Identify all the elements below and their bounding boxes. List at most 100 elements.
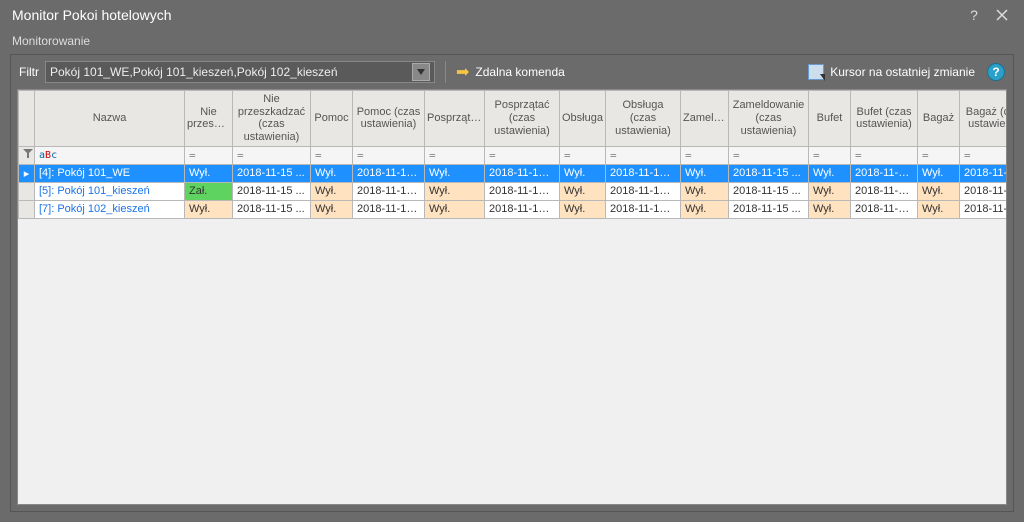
header-pomoc-czas[interactable]: Pomoc (czas ustawienia) (353, 91, 425, 147)
cursor-on-last-change-button[interactable]: Kursor na ostatniej zmianie (808, 64, 975, 80)
cell-zameld-czas[interactable]: 2018-11-15 ... (729, 200, 809, 218)
header-posprz-czas[interactable]: Posprzątać (czas ustawienia) (485, 91, 560, 147)
header-bufet-czas[interactable]: Bufet (czas ustawienia) (851, 91, 918, 147)
cell-posprz-czas[interactable]: 2018-11-15 ... (485, 182, 560, 200)
help-titlebar-button[interactable]: ? (960, 3, 988, 27)
cell-obsl[interactable]: Wył. (560, 182, 606, 200)
cell-nieprz[interactable]: Wył. (185, 200, 233, 218)
filter-bufet-czas[interactable]: = (851, 146, 918, 164)
filter-bagaz[interactable]: = (918, 146, 960, 164)
cell-pomoc[interactable]: Wył. (311, 200, 353, 218)
cell-obsl-czas[interactable]: 2018-11-15 ... (606, 200, 681, 218)
table-row[interactable]: [5]: Pokój 101_kieszeńZał.2018-11-15 ...… (19, 182, 1008, 200)
cell-name[interactable]: [5]: Pokój 101_kieszeń (35, 182, 185, 200)
cell-name[interactable]: [4]: Pokój 101_WE (35, 164, 185, 182)
cell-bagaz[interactable]: Wył. (918, 200, 960, 218)
filter-pomoc-czas[interactable]: = (353, 146, 425, 164)
cell-bufet[interactable]: Wył. (809, 200, 851, 218)
cell-bufet-czas[interactable]: 2018-11-1... (851, 182, 918, 200)
cell-pomoc[interactable]: Wył. (311, 182, 353, 200)
cell-bufet[interactable]: Wył. (809, 182, 851, 200)
header-name[interactable]: Nazwa (35, 91, 185, 147)
cell-pomoc-czas[interactable]: 2018-11-15 ... (353, 182, 425, 200)
table-row[interactable]: [7]: Pokój 102_kieszeńWył.2018-11-15 ...… (19, 200, 1008, 218)
room-link[interactable]: [7]: Pokój 102_kieszeń (39, 203, 150, 215)
header-posprz[interactable]: Posprzątać (425, 91, 485, 147)
close-button[interactable] (988, 3, 1016, 27)
cell-nieprz-czas[interactable]: 2018-11-15 ... (233, 200, 311, 218)
table-row[interactable]: ▸[4]: Pokój 101_WEWył.2018-11-15 ...Wył.… (19, 164, 1008, 182)
cell-bufet-czas[interactable]: 2018-11-1... (851, 164, 918, 182)
filter-obsl-czas[interactable]: = (606, 146, 681, 164)
header-zameld-czas[interactable]: Zameldowanie (czas ustawienia) (729, 91, 809, 147)
header-zameld[interactable]: Zameld... (681, 91, 729, 147)
room-link[interactable]: [4]: Pokój 101_WE (39, 167, 130, 179)
header-obsl-czas[interactable]: Obsługa (czas ustawienia) (606, 91, 681, 147)
filter-zameld-czas[interactable]: = (729, 146, 809, 164)
data-grid[interactable]: Nazwa Nie przeszk... Nie przeszkadzać (c… (17, 89, 1007, 505)
remote-command-button[interactable]: ➡ Zdalna komenda (456, 62, 565, 82)
cell-obsl-czas[interactable]: 2018-11-15 ... (606, 182, 681, 200)
header-obsl[interactable]: Obsługa (560, 91, 606, 147)
chevron-down-icon[interactable] (412, 63, 430, 81)
filter-row: aBc = = = = = = = = = = = = = = (19, 146, 1008, 164)
cell-posprz[interactable]: Wył. (425, 164, 485, 182)
header-nieprz-czas[interactable]: Nie przeszkadzać (czas ustawienia) (233, 91, 311, 147)
filter-bufet[interactable]: = (809, 146, 851, 164)
header-bagaz[interactable]: Bagaż (918, 91, 960, 147)
cell-posprz-czas[interactable]: 2018-11-15 ... (485, 164, 560, 182)
cell-bagaz-czas[interactable]: 2018-11-15 10... (960, 182, 1008, 200)
filter-bagaz-czas[interactable]: = (960, 146, 1008, 164)
cell-pomoc-czas[interactable]: 2018-11-15 ... (353, 200, 425, 218)
cell-posprz-czas[interactable]: 2018-11-15 ... (485, 200, 560, 218)
cell-pomoc-czas[interactable]: 2018-11-15 ... (353, 164, 425, 182)
abc-icon: aBc (39, 150, 57, 161)
cell-zameld-czas[interactable]: 2018-11-15 ... (729, 164, 809, 182)
header-pomoc[interactable]: Pomoc (311, 91, 353, 147)
filter-posprz-czas[interactable]: = (485, 146, 560, 164)
room-link[interactable]: [5]: Pokój 101_kieszeń (39, 185, 150, 197)
filter-nieprz[interactable]: = (185, 146, 233, 164)
row-handle[interactable] (19, 182, 35, 200)
cell-zameld[interactable]: Wył. (681, 200, 729, 218)
cell-obsl-czas[interactable]: 2018-11-15 ... (606, 164, 681, 182)
filter-zameld[interactable]: = (681, 146, 729, 164)
cell-bagaz-czas[interactable]: 2018-11-15 10... (960, 164, 1008, 182)
filter-icon (23, 149, 33, 159)
header-bufet[interactable]: Bufet (809, 91, 851, 147)
main-panel: Filtr Pokój 101_WE,Pokój 101_kieszeń,Pok… (10, 54, 1014, 512)
cell-bagaz[interactable]: Wył. (918, 182, 960, 200)
monitor-window: Monitor Pokoi hotelowych ? Monitorowanie… (0, 0, 1024, 522)
cursor-icon (808, 64, 824, 80)
cell-bufet-czas[interactable]: 2018-11-1... (851, 200, 918, 218)
row-handle[interactable] (19, 200, 35, 218)
row-handle[interactable]: ▸ (19, 164, 35, 182)
cell-zameld-czas[interactable]: 2018-11-15 ... (729, 182, 809, 200)
filter-name[interactable]: aBc (35, 146, 185, 164)
cell-bufet[interactable]: Wył. (809, 164, 851, 182)
filter-icon-cell[interactable] (19, 146, 35, 164)
cell-pomoc[interactable]: Wył. (311, 164, 353, 182)
filter-posprz[interactable]: = (425, 146, 485, 164)
header-bagaz-czas[interactable]: Bagaż (czas ustawienia) (960, 91, 1008, 147)
cell-bagaz-czas[interactable]: 2018-11-15 10... (960, 200, 1008, 218)
header-handle[interactable] (19, 91, 35, 147)
help-button[interactable]: ? (987, 63, 1005, 81)
filter-combobox[interactable]: Pokój 101_WE,Pokój 101_kieszeń,Pokój 102… (45, 61, 435, 83)
cell-obsl[interactable]: Wył. (560, 164, 606, 182)
cell-bagaz[interactable]: Wył. (918, 164, 960, 182)
filter-pomoc[interactable]: = (311, 146, 353, 164)
cell-nieprz-czas[interactable]: 2018-11-15 ... (233, 164, 311, 182)
cell-obsl[interactable]: Wył. (560, 200, 606, 218)
cell-posprz[interactable]: Wył. (425, 200, 485, 218)
filter-obsl[interactable]: = (560, 146, 606, 164)
header-nieprz[interactable]: Nie przeszk... (185, 91, 233, 147)
cell-nieprz[interactable]: Zał. (185, 182, 233, 200)
cell-nieprz-czas[interactable]: 2018-11-15 ... (233, 182, 311, 200)
filter-nieprz-czas[interactable]: = (233, 146, 311, 164)
cell-posprz[interactable]: Wył. (425, 182, 485, 200)
cell-nieprz[interactable]: Wył. (185, 164, 233, 182)
cell-zameld[interactable]: Wył. (681, 164, 729, 182)
cell-name[interactable]: [7]: Pokój 102_kieszeń (35, 200, 185, 218)
cell-zameld[interactable]: Wył. (681, 182, 729, 200)
